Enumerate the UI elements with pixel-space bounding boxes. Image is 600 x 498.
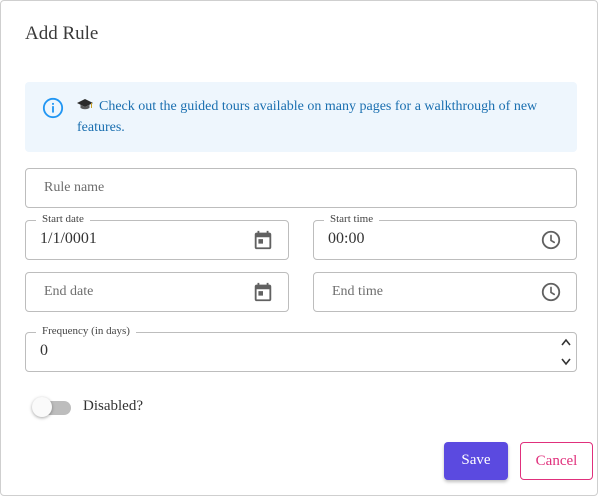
toggle-knob[interactable] (32, 397, 52, 417)
calendar-icon[interactable] (252, 229, 274, 251)
clock-icon[interactable] (540, 281, 562, 303)
info-message: Check out the guided tours available on … (77, 99, 538, 135)
frequency-input[interactable]: Frequency (in days) 0 (25, 325, 577, 372)
start-date-value: 1/1/0001 (40, 230, 97, 247)
rule-name-input[interactable]: Rule name (25, 168, 577, 208)
cancel-button[interactable]: Cancel (520, 442, 593, 480)
calendar-icon[interactable] (252, 281, 274, 303)
start-time-value: 00:00 (328, 230, 365, 247)
end-time-field[interactable]: End time (313, 272, 577, 312)
disabled-label: Disabled? (83, 398, 143, 414)
end-date-field[interactable]: End date (25, 272, 289, 312)
end-date-placeholder: End date (44, 284, 94, 299)
graduation-cap-icon (77, 99, 93, 110)
info-circle-icon (42, 97, 64, 119)
save-button[interactable]: Save (444, 442, 508, 480)
add-rule-dialog: Add Rule Check out the guided tours avai… (0, 0, 598, 496)
frequency-label: Frequency (in days) (36, 325, 136, 337)
frequency-value: 0 (40, 342, 48, 359)
info-text: Check out the guided tours available on … (77, 96, 557, 138)
end-time-placeholder: End time (332, 284, 383, 299)
number-spinner-icon[interactable] (560, 335, 572, 369)
start-date-label: Start date (36, 213, 90, 225)
dialog-title: Add Rule (25, 23, 99, 44)
clock-icon[interactable] (540, 229, 562, 251)
rule-name-placeholder: Rule name (44, 180, 105, 195)
start-time-label: Start time (324, 213, 380, 225)
start-time-field[interactable]: Start time 00:00 (313, 213, 577, 260)
info-banner: Check out the guided tours available on … (25, 82, 577, 152)
start-date-field[interactable]: Start date 1/1/0001 (25, 213, 289, 260)
